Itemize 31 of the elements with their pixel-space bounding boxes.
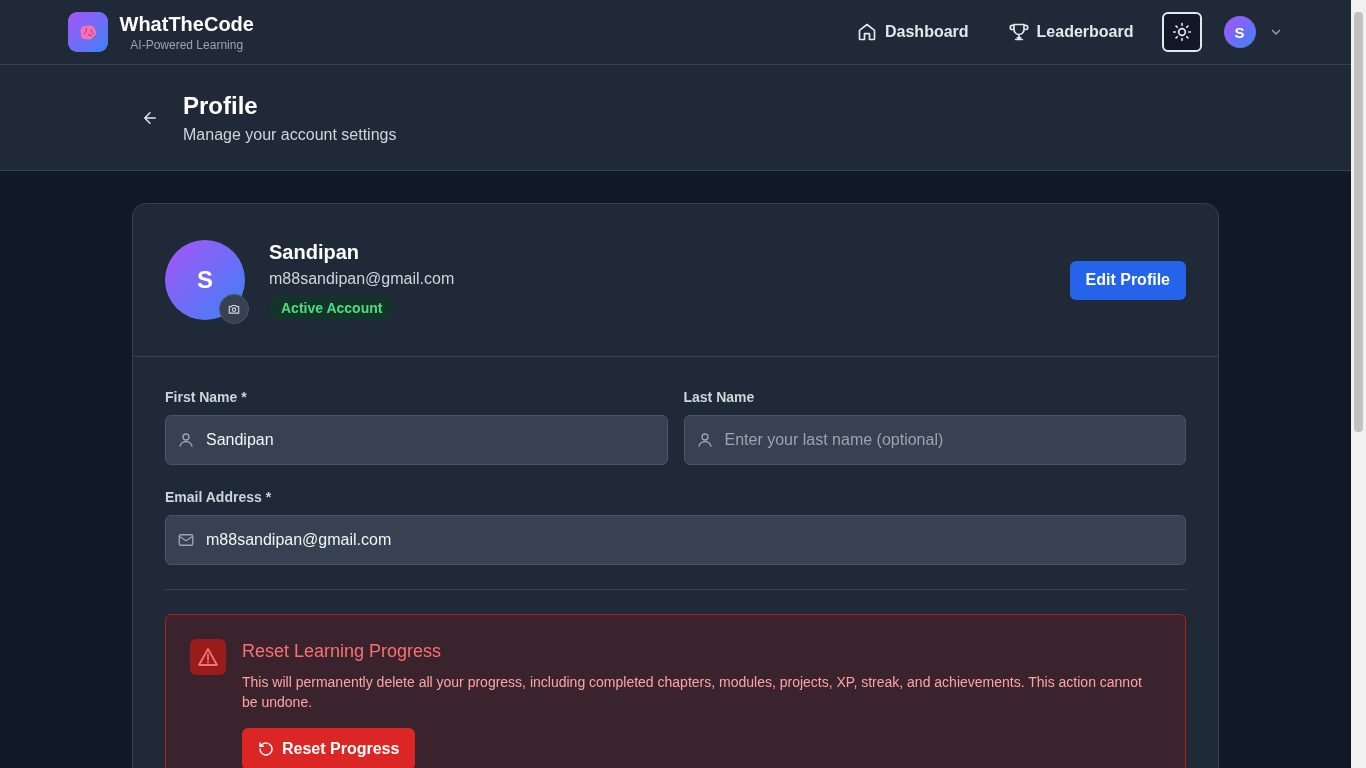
brand-name: WhatTheCode: [119, 12, 254, 36]
field-label: Last Name: [683, 389, 756, 405]
reset-progress-button[interactable]: Reset Progress: [242, 728, 416, 768]
field-label: Email Address *: [165, 489, 273, 505]
brand-tagline: AI-Powered Learning: [130, 37, 244, 52]
theme-toggle-button[interactable]: [1161, 12, 1202, 52]
edit-profile-button[interactable]: Edit Profile: [1069, 260, 1186, 300]
user-avatar[interactable]: S: [1223, 16, 1256, 48]
home-icon: [857, 22, 877, 42]
camera-button[interactable]: [219, 294, 249, 324]
nav-link[interactable]: Leaderboard: [1008, 22, 1134, 42]
scrollbar[interactable]: [1351, 0, 1366, 768]
nav-link[interactable]: Dashboard: [857, 22, 969, 42]
camera-icon: [227, 302, 241, 316]
brain-logo-icon: [67, 12, 108, 52]
reset-icon: [258, 741, 274, 757]
profile-name: Sandipan: [269, 240, 359, 264]
page-title: Profile: [183, 91, 259, 120]
danger-title: Reset Learning Progress: [242, 641, 442, 662]
trophy-icon: [1008, 22, 1029, 42]
status-badge: Active Account: [269, 295, 395, 320]
page-subtitle: Manage your account settings: [183, 125, 397, 144]
danger-description: This will permanently delete all your progress, including completed chapters, modules, projects, XP, streak, and achievements. This action cannot be undone.: [242, 673, 1143, 712]
profile-email: m88sandipan@gmail.com: [269, 269, 455, 288]
sun-icon: [1171, 22, 1192, 42]
input-field[interactable]: m88sandipan@gmail.com: [165, 515, 1186, 565]
profile-avatar: S: [165, 240, 245, 320]
input-field[interactable]: Enter your last name (optional): [683, 415, 1186, 465]
input-field[interactable]: Sandipan: [165, 415, 668, 465]
warning-icon: [190, 639, 226, 675]
field-label: First Name *: [165, 389, 248, 405]
